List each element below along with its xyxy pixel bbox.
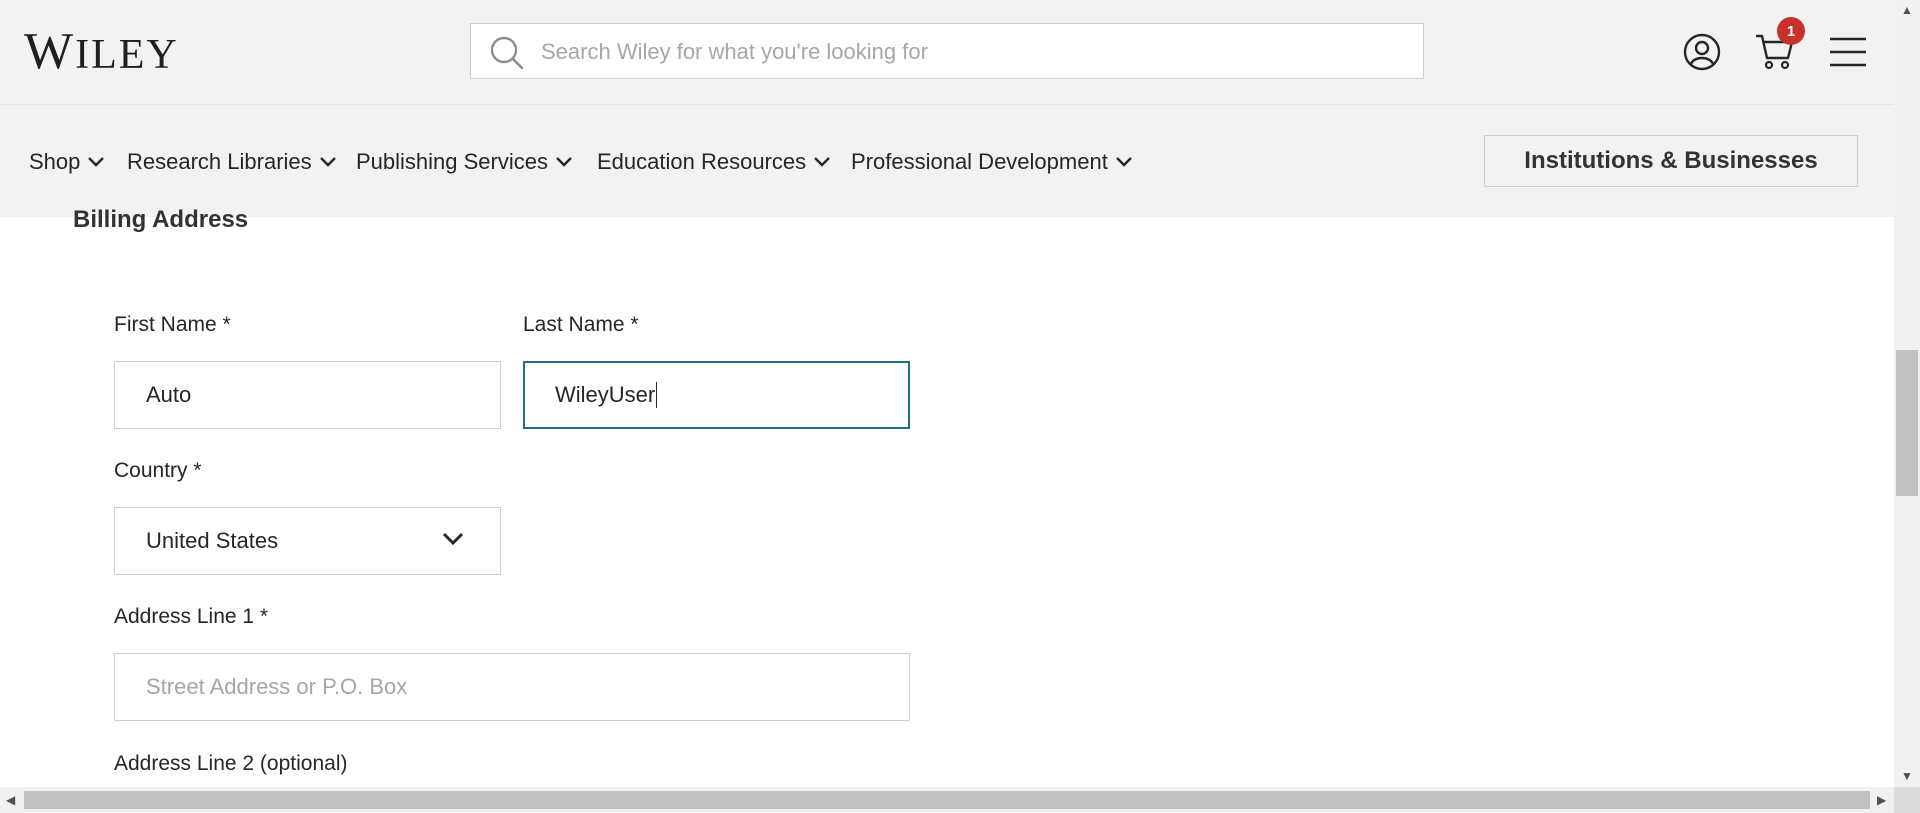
scroll-up-arrow-icon[interactable]: ▲	[1901, 4, 1913, 16]
top-header: WILEY 1	[0, 0, 1894, 104]
nav-professional-development[interactable]: Professional Development	[851, 149, 1132, 175]
address-line-1-label: Address Line 1 *	[114, 605, 269, 628]
vertical-scrollbar-thumb[interactable]	[1896, 350, 1918, 496]
scrollbar-corner	[1894, 787, 1920, 813]
nav-label: Shop	[29, 149, 81, 174]
scroll-down-arrow-icon[interactable]: ▼	[1901, 770, 1913, 782]
last-name-label: Last Name *	[523, 313, 639, 336]
address-line-1-field[interactable]: Street Address or P.O. Box	[114, 653, 910, 721]
chevron-down-icon	[814, 157, 830, 167]
last-name-field[interactable]: WileyUser	[523, 361, 910, 429]
cart-count-badge: 1	[1777, 17, 1805, 45]
first-name-label: First Name *	[114, 313, 231, 336]
institutions-businesses-button[interactable]: Institutions & Businesses	[1484, 135, 1858, 187]
nav-shop[interactable]: Shop	[29, 149, 105, 175]
scroll-right-arrow-icon[interactable]: ▶	[1877, 794, 1886, 806]
nav-label: Research Libraries	[127, 149, 312, 174]
address-line-2-label: Address Line 2 (optional)	[114, 752, 348, 775]
nav-education-resources[interactable]: Education Resources	[597, 149, 830, 175]
first-name-value: Auto	[146, 382, 192, 407]
country-select[interactable]: United States	[114, 507, 501, 575]
search-box[interactable]	[470, 23, 1424, 79]
last-name-value: WileyUser	[555, 382, 656, 407]
wiley-logo[interactable]: WILEY	[24, 24, 179, 83]
chevron-down-icon	[319, 157, 336, 167]
chevron-down-icon	[442, 532, 464, 546]
nav-label: Professional Development	[851, 149, 1108, 174]
text-cursor	[656, 382, 658, 408]
chevron-down-icon	[556, 157, 572, 167]
nav-publishing-services[interactable]: Publishing Services	[356, 149, 572, 175]
user-account-icon[interactable]	[1683, 33, 1721, 76]
country-value: United States	[146, 528, 279, 553]
first-name-field[interactable]: Auto	[114, 361, 501, 429]
nav-label: Education Resources	[597, 149, 807, 174]
nav-research-libraries[interactable]: Research Libraries	[127, 149, 336, 175]
main-nav: Shop Research Libraries Publishing Servi…	[0, 104, 1894, 217]
chevron-down-icon	[88, 157, 105, 167]
chevron-down-icon	[1115, 157, 1132, 167]
scroll-left-arrow-icon[interactable]: ◀	[6, 794, 15, 806]
search-input[interactable]	[539, 34, 1403, 70]
nav-label: Publishing Services	[356, 149, 548, 174]
horizontal-scrollbar-thumb[interactable]	[24, 791, 1870, 809]
search-icon[interactable]	[489, 35, 525, 76]
section-title: Billing Address	[73, 206, 249, 233]
address-line-1-placeholder: Street Address or P.O. Box	[146, 674, 408, 699]
country-label: Country *	[114, 459, 202, 482]
hamburger-menu-icon[interactable]	[1829, 36, 1867, 73]
